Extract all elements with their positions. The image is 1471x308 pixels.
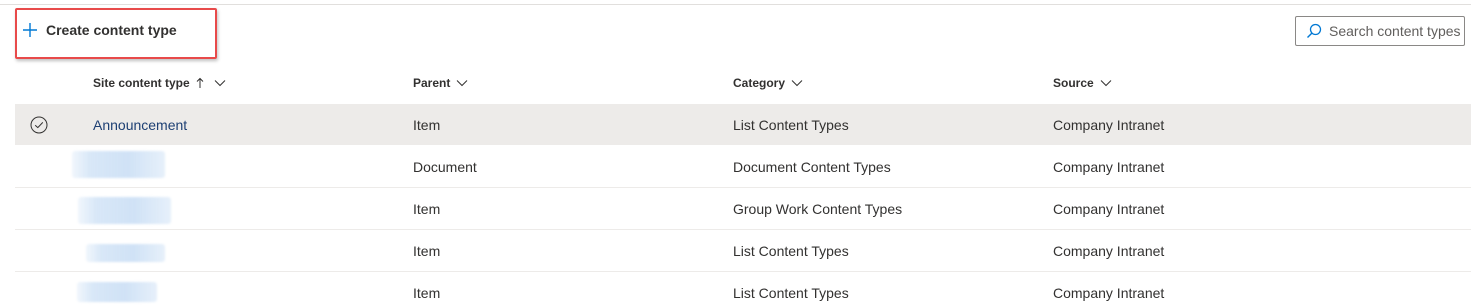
chevron-down-icon[interactable]	[456, 79, 468, 87]
column-header-category[interactable]: Category	[733, 62, 803, 104]
table-row[interactable]: Item List Content Types Company Intranet	[15, 230, 1471, 272]
column-header-site-content-type[interactable]: Site content type	[93, 62, 226, 104]
sort-arrow-up-icon	[196, 77, 204, 88]
search-box[interactable]	[1295, 16, 1465, 46]
create-content-type-button[interactable]: Create content type	[22, 19, 177, 41]
column-header-parent[interactable]: Parent	[413, 62, 468, 104]
column-header-label: Category	[733, 76, 786, 90]
parent-cell: Item	[413, 117, 441, 133]
source-cell: Company Intranet	[1053, 201, 1165, 217]
parent-cell: Item	[413, 243, 441, 259]
column-header-label: Site content type	[93, 76, 190, 90]
content-types-page: Create content type Site content type Pa…	[0, 0, 1471, 308]
chevron-down-icon[interactable]	[1100, 79, 1112, 87]
redacted-name	[86, 244, 165, 262]
category-cell: Document Content Types	[733, 159, 891, 175]
parent-cell: Document	[413, 159, 477, 175]
redacted-name	[77, 282, 157, 302]
category-cell: Group Work Content Types	[733, 201, 903, 217]
check-circle-icon[interactable]	[30, 116, 48, 134]
search-input[interactable]	[1329, 23, 1464, 39]
source-cell: Company Intranet	[1053, 159, 1165, 175]
category-cell: List Content Types	[733, 285, 849, 301]
top-divider	[0, 4, 1471, 5]
plus-icon	[23, 23, 37, 37]
category-cell: List Content Types	[733, 243, 849, 259]
table-row[interactable]: Document Document Content Types Company …	[15, 146, 1471, 188]
content-type-name-link[interactable]: Announcement	[93, 104, 187, 146]
source-cell: Company Intranet	[1053, 243, 1165, 259]
column-header-label: Source	[1053, 76, 1094, 90]
column-header-source[interactable]: Source	[1053, 62, 1112, 104]
chevron-down-icon[interactable]	[791, 79, 803, 87]
search-icon	[1307, 23, 1322, 38]
parent-cell: Item	[413, 201, 441, 217]
parent-cell: Item	[413, 285, 441, 301]
table-row[interactable]: Item List Content Types Company Intranet	[15, 272, 1471, 308]
table-row[interactable]: Item Group Work Content Types Company In…	[15, 188, 1471, 230]
table-header: Site content type Parent Category Source	[15, 62, 1471, 104]
table-row[interactable]: Announcement Item List Content Types Com…	[15, 104, 1471, 146]
chevron-down-icon[interactable]	[214, 79, 226, 87]
redacted-name	[78, 197, 171, 224]
source-cell: Company Intranet	[1053, 285, 1165, 301]
create-content-type-label: Create content type	[46, 22, 177, 38]
category-cell: List Content Types	[733, 117, 849, 133]
redacted-name	[72, 151, 165, 178]
source-cell: Company Intranet	[1053, 117, 1165, 133]
column-header-label: Parent	[413, 76, 451, 90]
